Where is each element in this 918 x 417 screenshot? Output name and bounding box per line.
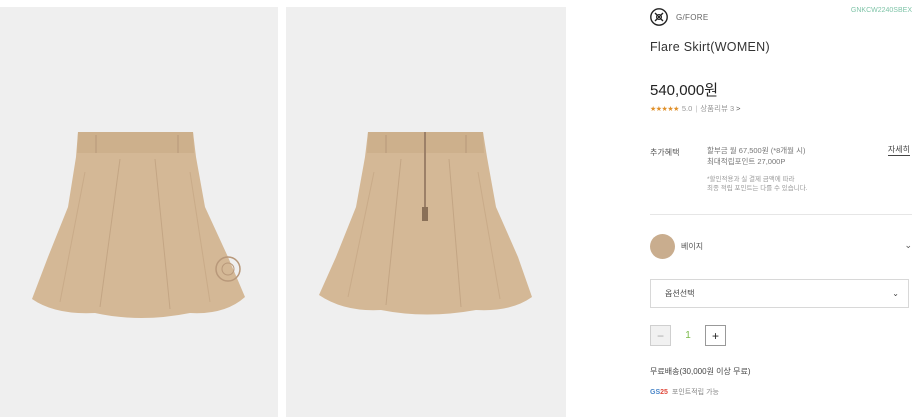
product-price: 540,000원: [650, 82, 719, 99]
quantity-value[interactable]: 1: [671, 330, 705, 341]
option-select-dropdown[interactable]: 옵션선택 ⌄: [650, 279, 909, 308]
benefit-note-line1: *할인적용과 실 결제 금액에 따라: [707, 176, 795, 183]
rating-row[interactable]: ★★★★★ 5.0 | 상품리뷰 3 >: [650, 103, 741, 114]
gs-point-badge-icon: GS25: [650, 388, 668, 396]
benefit-note: *할인적용과 실 결제 금액에 따라 최종 적립 포인트는 다를 수 있습니다.: [707, 175, 808, 193]
quantity-increase-button[interactable]: +: [705, 325, 726, 346]
chevron-down-icon: ⌄: [892, 289, 899, 298]
option-select-label: 옵션선택: [665, 289, 695, 298]
brand-name[interactable]: G/FORE: [676, 13, 708, 22]
product-info-panel: G/FORE GNKCW2240SBEX Flare Skirt(WOMEN) …: [650, 0, 912, 417]
product-sku: GNKCW2240SBEX: [850, 7, 912, 14]
chevron-down-icon[interactable]: ⌄: [904, 240, 912, 251]
rating-score: 5.0: [681, 104, 693, 113]
review-count-link[interactable]: 상품리뷰 3: [700, 103, 734, 114]
color-name: 베이지: [681, 242, 704, 251]
max-points-text: 최대적립포인트 27,000P: [707, 157, 786, 166]
rating-stars-icon: ★★★★★: [650, 105, 679, 113]
skirt-front-illustration: [0, 7, 278, 417]
section-divider: [650, 214, 912, 215]
benefit-detail-link[interactable]: 자세히: [887, 145, 910, 156]
benefit-content: 할부금 월 67,500원 (*8개월 시) 최대적립포인트 27,000P: [707, 145, 806, 167]
brand-row[interactable]: G/FORE: [650, 8, 708, 26]
benefit-label: 추가혜택: [650, 148, 680, 157]
quantity-stepper: − 1 +: [650, 325, 726, 346]
chevron-right-icon: >: [736, 104, 741, 113]
skirt-back-image[interactable]: [286, 7, 566, 417]
color-option-row[interactable]: 베이지 ⌄: [650, 234, 912, 259]
installment-text: 할부금 월 67,500원 (*8개월 시): [707, 146, 806, 155]
rating-separator: |: [695, 104, 698, 113]
gs-point-text: 포인트적립 가능: [671, 389, 719, 396]
skirt-back-illustration: [286, 7, 566, 417]
shipping-info: 무료배송(30,000원 이상 무료): [650, 367, 751, 376]
skirt-front-image[interactable]: [0, 7, 278, 417]
gfore-logo-icon: [650, 8, 668, 26]
quantity-decrease-button[interactable]: −: [650, 325, 671, 346]
gs-point-row: GS25 포인트적립 가능: [650, 387, 719, 397]
benefit-note-line2: 최종 적립 포인트는 다를 수 있습니다.: [707, 185, 808, 192]
product-title: Flare Skirt(WOMEN): [650, 40, 770, 54]
color-swatch[interactable]: [650, 234, 675, 259]
